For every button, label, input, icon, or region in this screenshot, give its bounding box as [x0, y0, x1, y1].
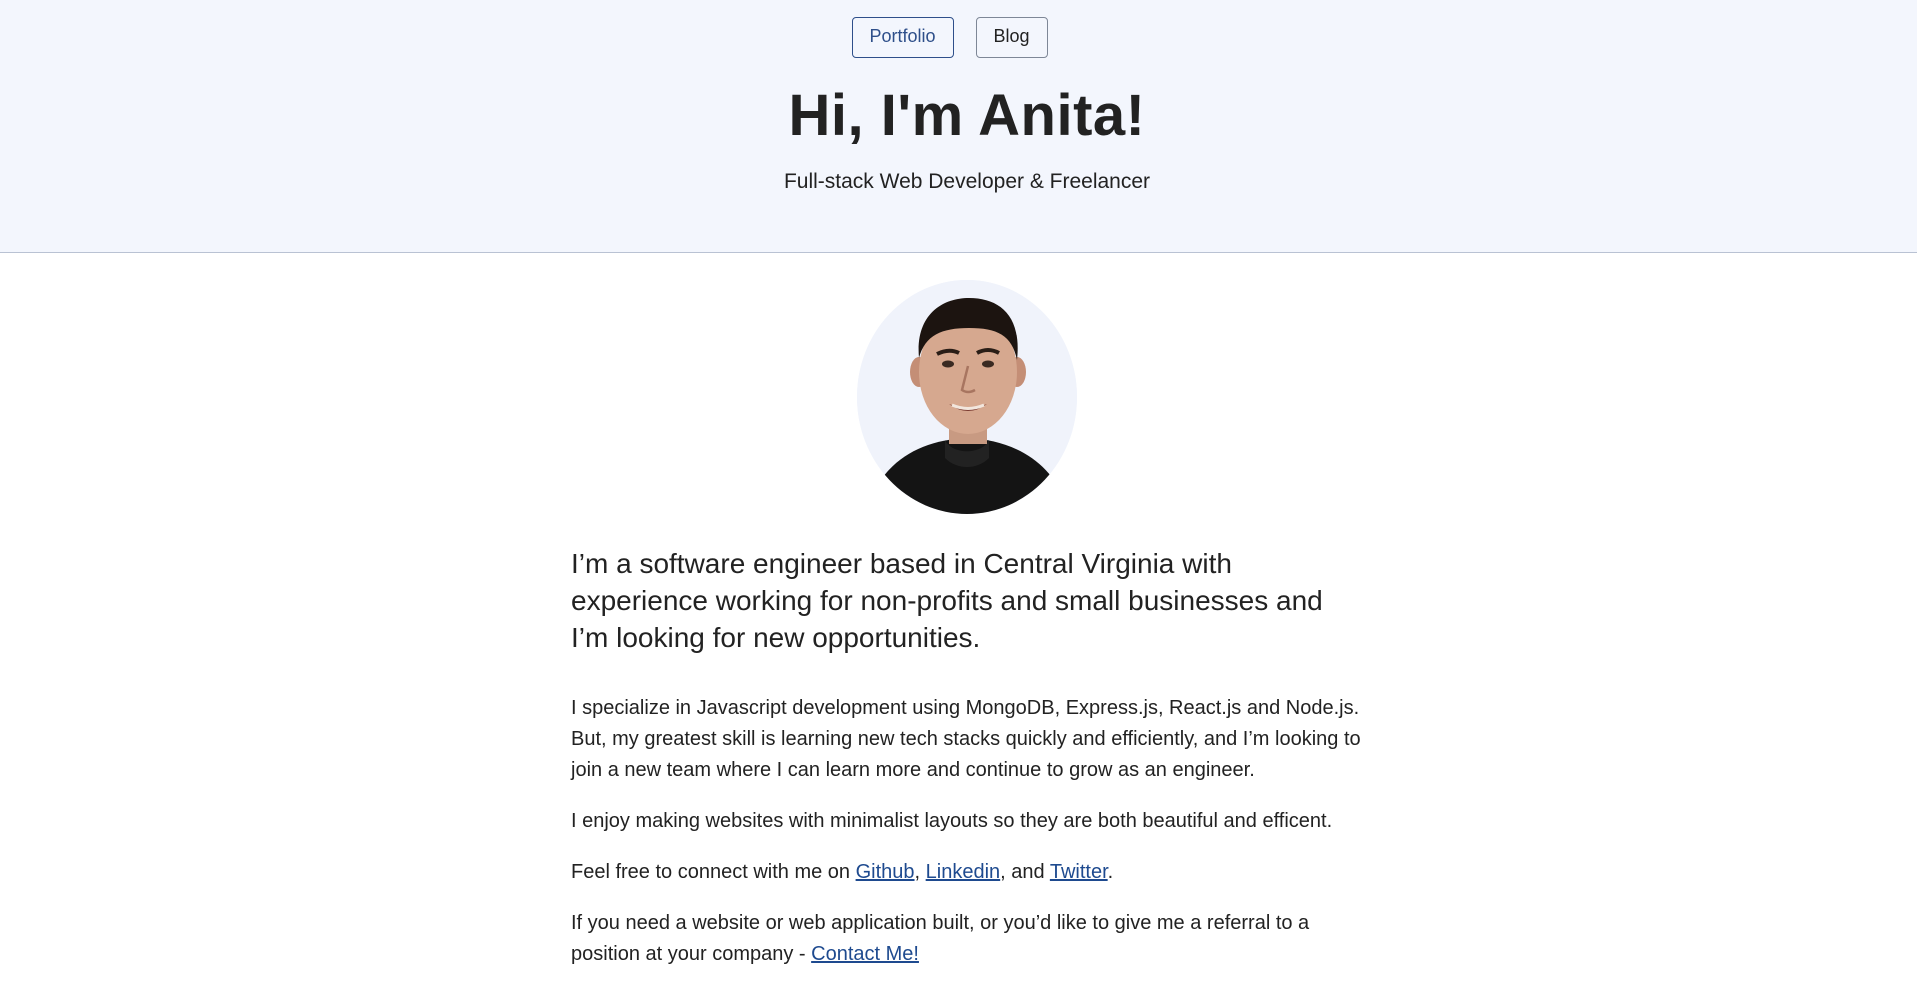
contact-link[interactable]: Contact Me!	[811, 943, 919, 965]
portfolio-button[interactable]: Portfolio	[851, 17, 954, 58]
design-paragraph: I enjoy making websites with minimalist …	[571, 810, 1333, 832]
hero-header: Portfolio Blog Hi, I'm Anita! Full-stack…	[0, 0, 1917, 253]
avatar-portrait	[857, 280, 1077, 514]
connect-prefix: Feel free to connect with me on	[571, 861, 856, 883]
connect-paragraph: Feel free to connect with me on Github , …	[571, 857, 1366, 888]
connect-suffix: .	[1107, 861, 1114, 883]
connect-sep-2: , and	[1000, 861, 1050, 883]
avatar	[857, 280, 1077, 514]
hire-paragraph: If you need a website or web application…	[571, 908, 1366, 970]
github-link[interactable]: Github	[856, 861, 915, 883]
blog-button[interactable]: Blog	[975, 17, 1048, 58]
skills-paragraph: I specialize in Javascript development u…	[571, 697, 1361, 781]
twitter-link[interactable]: Twitter	[1050, 861, 1108, 883]
hire-prefix: If you need a website or web application…	[571, 912, 1310, 965]
about-section: I’m a software engineer based in Central…	[571, 545, 1366, 990]
page-subtitle: Full-stack Web Developer & Freelancer	[783, 170, 1151, 193]
linkedin-link[interactable]: Linkedin	[926, 861, 1001, 883]
top-nav: Portfolio Blog	[0, 17, 1917, 58]
intro-lead: I’m a software engineer based in Central…	[571, 548, 1323, 653]
page-title: Hi, I'm Anita!	[788, 83, 1146, 148]
connect-sep-1: ,	[914, 861, 926, 883]
